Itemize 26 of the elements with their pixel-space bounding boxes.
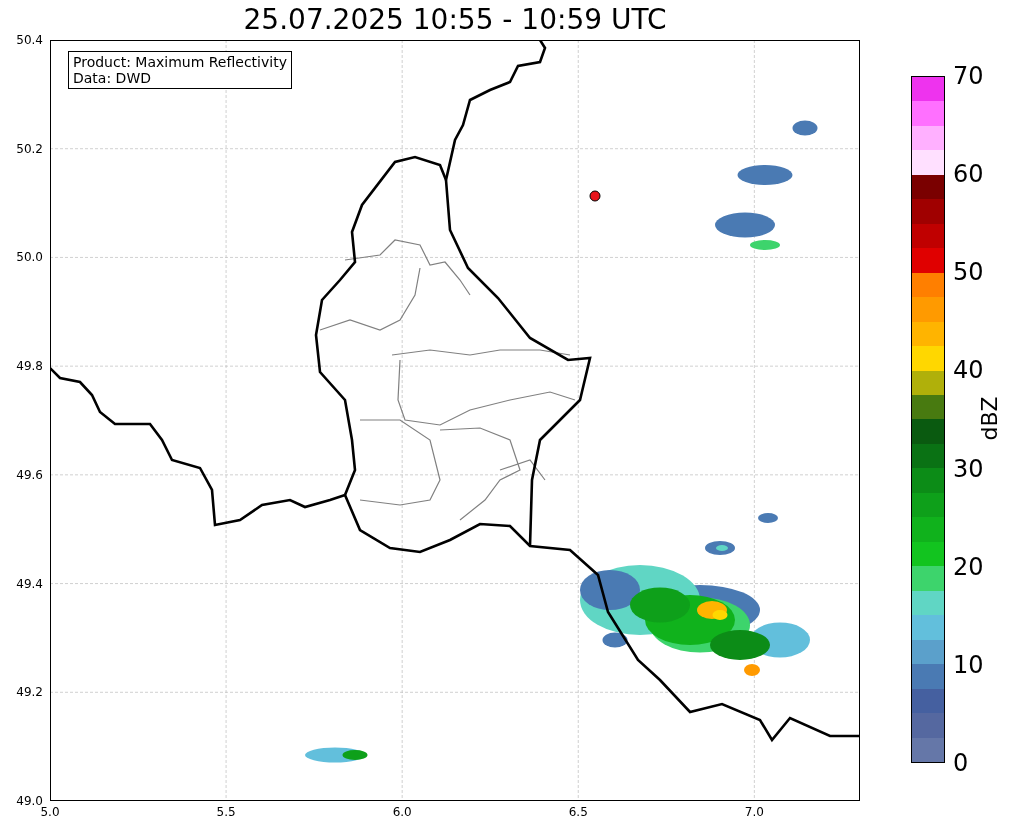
colorbar-tick-label: 0 (953, 749, 969, 777)
y-tick-label: 49.2 (16, 685, 43, 700)
y-tick-label: 50.4 (16, 33, 43, 47)
colorbar-tick-label: 10 (953, 650, 984, 679)
x-tick-label: 5.0 (40, 805, 60, 819)
colorbar-tick-label: 20 (953, 552, 984, 581)
x-tick-label: 7.0 (744, 805, 764, 819)
y-tick-label: 50.2 (16, 141, 43, 156)
y-tick-label: 49.4 (16, 576, 43, 591)
info-text: Data: DWD (73, 70, 152, 86)
y-tick-label: 49.0 (16, 794, 43, 808)
colorbar-tick-label: 70 (953, 62, 984, 90)
y-tick-label: 49.6 (16, 467, 43, 482)
x-tick-label: 6.5 (568, 805, 588, 819)
colorbar-tick-label: 50 (953, 258, 984, 287)
colorbar-tick-label: 30 (953, 454, 984, 483)
location-marker (589, 190, 601, 202)
info-text: Product: Maximum Reflectivity (73, 54, 287, 70)
colorbar-tick-label: 40 (953, 356, 984, 385)
x-tick-label: 5.5 (216, 805, 236, 819)
colorbar-tick-label: 60 (953, 160, 984, 189)
colorbar-label: dBZ (976, 396, 1002, 441)
chart-title: 25.07.2025 10:55 - 10:59 UTC (242, 2, 668, 38)
x-tick-label: 6.0 (392, 805, 412, 819)
y-tick-label: 49.8 (16, 359, 43, 374)
y-tick-label: 50.0 (16, 250, 43, 265)
